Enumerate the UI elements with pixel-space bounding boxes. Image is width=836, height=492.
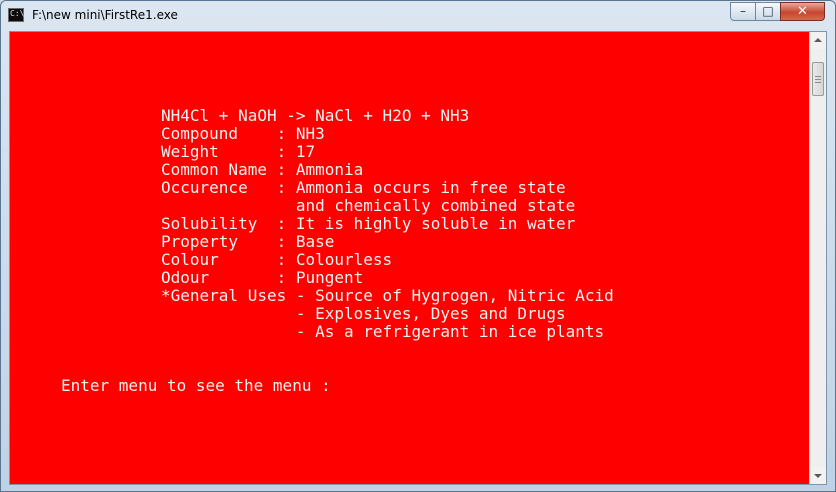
console-line-uses-1: *General Uses - Source of Hygrogen, Nitr…	[161, 286, 614, 305]
console-line-odour: Odour : Pungent	[161, 268, 364, 287]
console-line-weight: Weight : 17	[161, 142, 316, 161]
app-icon-prompt: C:\	[10, 9, 25, 18]
console-line-occurence: Occurence : Ammonia occurs in free state	[161, 178, 566, 197]
thumb-grip-line	[815, 79, 821, 80]
close-button[interactable]: ✕	[780, 2, 825, 21]
thumb-grip-line	[815, 82, 821, 83]
scrollbar-thumb[interactable]	[812, 62, 824, 96]
thumb-grip-line	[815, 76, 821, 77]
minimize-icon: –	[740, 4, 746, 18]
console-line-equation: NH4Cl + NaOH -> NaCl + H2O + NH3	[161, 106, 470, 125]
vertical-scrollbar[interactable]	[809, 32, 826, 484]
console-output[interactable]: NH4Cl + NaOH -> NaCl + H2O + NH3 Compoun…	[10, 32, 810, 484]
console-app-icon[interactable]: C:\	[8, 8, 24, 22]
console-prompt: Enter menu to see the menu :	[61, 376, 331, 395]
console-client-area: NH4Cl + NaOH -> NaCl + H2O + NH3 Compoun…	[9, 31, 827, 485]
scroll-down-button[interactable]	[810, 467, 826, 484]
close-icon: ✕	[797, 4, 808, 19]
console-line-occurence-cont: and chemically combined state	[161, 196, 576, 215]
scroll-up-button[interactable]	[810, 32, 826, 49]
console-line-property: Property : Base	[161, 232, 335, 251]
console-line-colour: Colour : Colourless	[161, 250, 393, 269]
console-line-solubility: Solubility : It is highly soluble in wat…	[161, 214, 576, 233]
title-bar[interactable]: C:\ F:\new mini\FirstRe1.exe – □ ✕	[1, 1, 835, 31]
console-line-uses-2: - Explosives, Dyes and Drugs	[161, 304, 566, 323]
chevron-down-icon	[814, 474, 822, 478]
console-line-common-name: Common Name : Ammonia	[161, 160, 364, 179]
maximize-button[interactable]: □	[755, 2, 781, 21]
window-title: F:\new mini\FirstRe1.exe	[32, 8, 178, 22]
minimize-button[interactable]: –	[730, 2, 756, 21]
console-text: NH4Cl + NaOH -> NaCl + H2O + NH3 Compoun…	[10, 32, 614, 395]
console-line-uses-3: - As a refrigerant in ice plants	[161, 322, 605, 341]
console-line-compound: Compound : NH3	[161, 124, 325, 143]
console-window: C:\ F:\new mini\FirstRe1.exe – □ ✕ NH4Cl…	[0, 0, 836, 492]
maximize-icon: □	[762, 4, 774, 18]
chevron-up-icon	[814, 38, 822, 42]
